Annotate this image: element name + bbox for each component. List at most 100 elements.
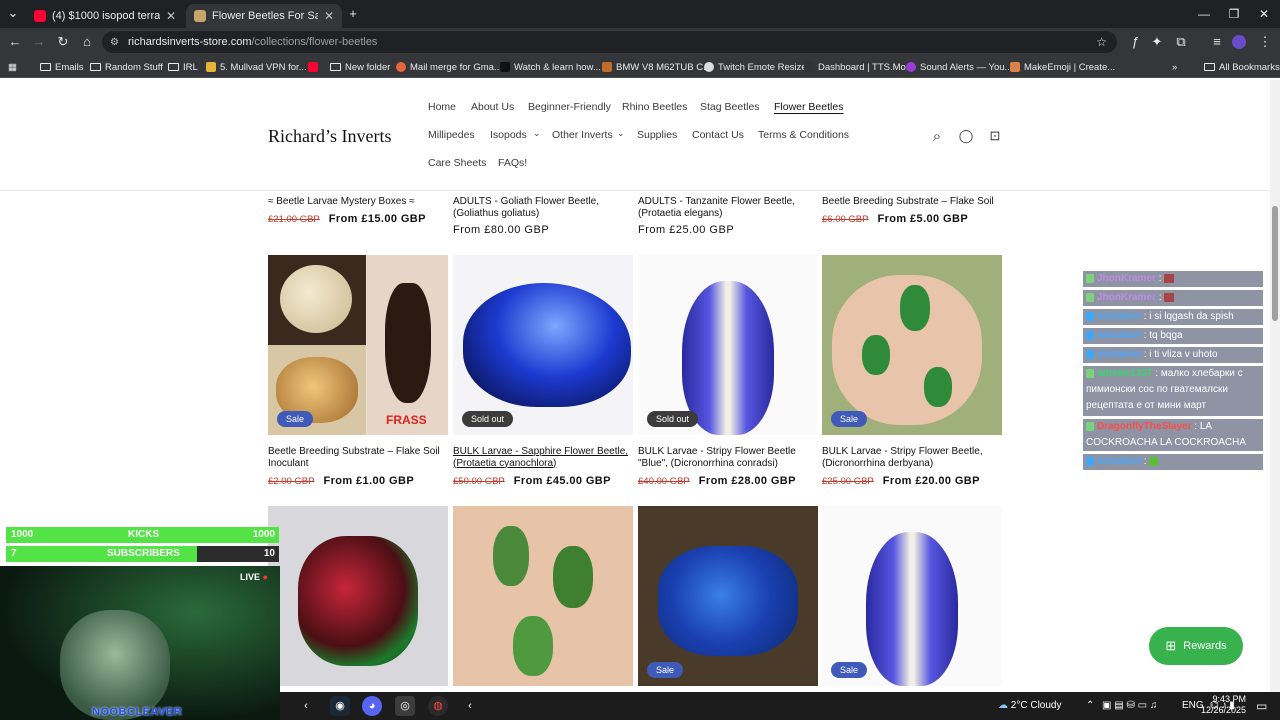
- obs-icon[interactable]: ◍: [428, 696, 448, 716]
- scrollbar-thumb[interactable]: [1272, 206, 1278, 321]
- tab-flower-beetles[interactable]: Flower Beetles For Sale UK | Ric ✕: [186, 4, 342, 28]
- bookmark-dashboard[interactable]: Dashboard | TTS.Mo...: [804, 59, 914, 75]
- nav-flower-beetles[interactable]: Flower Beetles: [774, 101, 843, 113]
- tab-youtube[interactable]: (4) $1000 isopod terrarium - Yo ✕: [26, 4, 184, 28]
- extensions-puzzle-icon[interactable]: ⧉: [1172, 33, 1190, 51]
- bookmark-folder-irl[interactable]: IRL: [168, 59, 198, 75]
- product-card[interactable]: [453, 506, 633, 686]
- account-icon[interactable]: ◯: [957, 128, 975, 146]
- media-controls-icon[interactable]: ≡: [1208, 33, 1226, 51]
- nav-rhino-beetles[interactable]: Rhino Beetles: [622, 101, 687, 113]
- bookmark-emote-resizer[interactable]: Twitch Emote Resizer: [704, 59, 810, 75]
- bookmark-youtube[interactable]: [308, 59, 322, 75]
- discord-icon[interactable]: ◕: [362, 696, 382, 716]
- nav-beginner-friendly[interactable]: Beginner-Friendly: [528, 101, 611, 113]
- folder-icon: [90, 63, 101, 71]
- product-card[interactable]: Sale: [822, 506, 1002, 686]
- site-info-icon[interactable]: ⚙: [110, 37, 119, 48]
- product-title[interactable]: BULK Larvae - Stripy Flower Beetle, (Dic…: [822, 446, 1000, 469]
- product-card-sapphire-flower-beetle[interactable]: Sold out: [453, 255, 633, 435]
- bookmark-makeemoji[interactable]: MakeEmoji | Create...: [1010, 59, 1115, 75]
- minimize-icon[interactable]: —: [1190, 4, 1218, 24]
- product-card-stripy-blue[interactable]: Sold out: [638, 255, 818, 435]
- nav-millipedes[interactable]: Millipedes: [428, 129, 475, 141]
- bookmark-folder-random[interactable]: Random Stuff: [90, 59, 163, 75]
- extension-f-icon[interactable]: ƒ: [1126, 33, 1144, 51]
- clock[interactable]: 9:43 PM 12/26/2025: [1200, 694, 1246, 716]
- tab-list-icon[interactable]: ⌄: [4, 4, 22, 22]
- nav-home[interactable]: Home: [428, 101, 456, 113]
- sale-badge: Sale: [831, 662, 868, 678]
- back-app-icon[interactable]: ‹: [296, 696, 316, 716]
- sold-out-badge: Sold out: [647, 411, 699, 427]
- nav-contact-us[interactable]: Contact Us: [692, 129, 744, 141]
- tray-overflow-icon[interactable]: ⌃: [1086, 700, 1094, 711]
- bookmark-sound-alerts[interactable]: Sound Alerts — You...: [906, 59, 1012, 75]
- nav-isopods[interactable]: Isopods: [490, 129, 527, 141]
- chrome-icon[interactable]: ◎: [395, 696, 415, 716]
- bookmark-folder-emails[interactable]: Emails: [40, 59, 84, 75]
- product-title[interactable]: Beetle Breeding Substrate – Flake Soil I…: [268, 446, 446, 469]
- kick-app-icon[interactable]: ‹: [460, 696, 480, 716]
- tray-app-icons[interactable]: ▣ ▤ ⛁ ▭ ♫: [1102, 700, 1157, 711]
- reload-icon[interactable]: ↻: [54, 33, 72, 51]
- nav-stag-beetles[interactable]: Stag Beetles: [700, 101, 760, 113]
- close-icon[interactable]: ✕: [166, 9, 176, 23]
- search-icon[interactable]: ⌕: [928, 128, 946, 146]
- new-tab-icon[interactable]: +: [344, 5, 362, 23]
- product-title[interactable]: Beetle Breeding Substrate – Flake Soil: [822, 196, 1000, 208]
- green-beetle-image: [862, 335, 890, 375]
- product-title[interactable]: ADULTS - Goliath Flower Beetle, (Goliath…: [453, 196, 631, 219]
- nav-about-us[interactable]: About Us: [471, 101, 514, 113]
- badge-icon: [1086, 273, 1094, 283]
- bmw-icon: [602, 62, 612, 72]
- nav-supplies[interactable]: Supplies: [637, 129, 677, 141]
- notifications-icon[interactable]: ▭: [1256, 699, 1267, 713]
- product-title[interactable]: BULK Larvae - Stripy Flower Beetle "Blue…: [638, 446, 816, 469]
- bookmark-folder-new[interactable]: New folder: [330, 59, 390, 75]
- bookmark-mail-merge[interactable]: Mail merge for Gma...: [396, 59, 502, 75]
- bookmark-label: Random Stuff: [105, 61, 163, 73]
- bookmark-watch-learn[interactable]: Watch & learn how...: [500, 59, 601, 75]
- nav-other-inverts[interactable]: Other Inverts: [552, 129, 613, 141]
- page-scrollbar[interactable]: [1270, 80, 1280, 692]
- product-card-flake-soil-inoculant[interactable]: FRASS Sale: [268, 255, 448, 435]
- profile-avatar[interactable]: [1232, 35, 1246, 49]
- product-title[interactable]: ADULTS - Tanzanite Flower Beetle, (Prota…: [638, 196, 816, 219]
- regular-price: From £25.00 GBP: [638, 224, 735, 236]
- product-card-stripy-derbyana[interactable]: Sale: [822, 255, 1002, 435]
- sale-price: From £45.00 GBP: [513, 475, 611, 487]
- rewards-button[interactable]: ⊞ Rewards: [1149, 627, 1243, 665]
- more-bookmarks-chevron-icon[interactable]: »: [1172, 59, 1177, 75]
- forward-arrow-icon[interactable]: →: [30, 33, 48, 51]
- store-logo[interactable]: Richard’s Inverts: [268, 126, 391, 147]
- frass-label: FRASS: [386, 413, 427, 427]
- bookmark-bmw[interactable]: BMW V8 M62TUB C...: [602, 59, 711, 75]
- extension-leaf-icon[interactable]: ✦: [1148, 33, 1166, 51]
- all-bookmarks-folder[interactable]: All Bookmarks: [1204, 59, 1280, 75]
- folder-icon: [168, 63, 179, 71]
- url-bar[interactable]: ⚙ richardsinverts-store.com/collections/…: [102, 31, 1117, 53]
- bookmark-mullvad[interactable]: 5. Mullvad VPN for...: [206, 59, 307, 75]
- back-arrow-icon[interactable]: ←: [6, 33, 24, 51]
- bookmark-star-icon[interactable]: ☆: [1096, 35, 1107, 49]
- nav-care-sheets[interactable]: Care Sheets: [428, 157, 486, 169]
- product-title[interactable]: ≈ Beetle Larvae Mystery Boxes ≈: [268, 196, 446, 208]
- sale-badge: Sale: [647, 662, 684, 678]
- restore-icon[interactable]: ❐: [1220, 4, 1248, 24]
- menu-kebab-icon[interactable]: ⋮: [1256, 33, 1274, 51]
- window-close-icon[interactable]: ✕: [1250, 4, 1278, 24]
- product-card[interactable]: [268, 506, 448, 686]
- weather-widget[interactable]: ☁ 2°C Cloudy: [998, 700, 1061, 711]
- steam-icon[interactable]: ◉: [330, 696, 350, 716]
- product-price: £40.00 GBP From £28.00 GBP: [638, 475, 796, 487]
- product-title[interactable]: BULK Larvae - Sapphire Flower Beetle, (P…: [453, 446, 631, 469]
- close-icon[interactable]: ✕: [324, 9, 334, 23]
- cart-icon[interactable]: ⊡: [986, 128, 1004, 146]
- mullvad-icon: [206, 62, 216, 72]
- apps-grid-icon[interactable]: ▦: [8, 59, 17, 75]
- product-card[interactable]: Sale: [638, 506, 818, 686]
- home-icon[interactable]: ⌂: [78, 33, 96, 51]
- nav-terms-conditions[interactable]: Terms & Conditions: [758, 129, 849, 141]
- nav-faqs[interactable]: FAQs!: [498, 157, 527, 169]
